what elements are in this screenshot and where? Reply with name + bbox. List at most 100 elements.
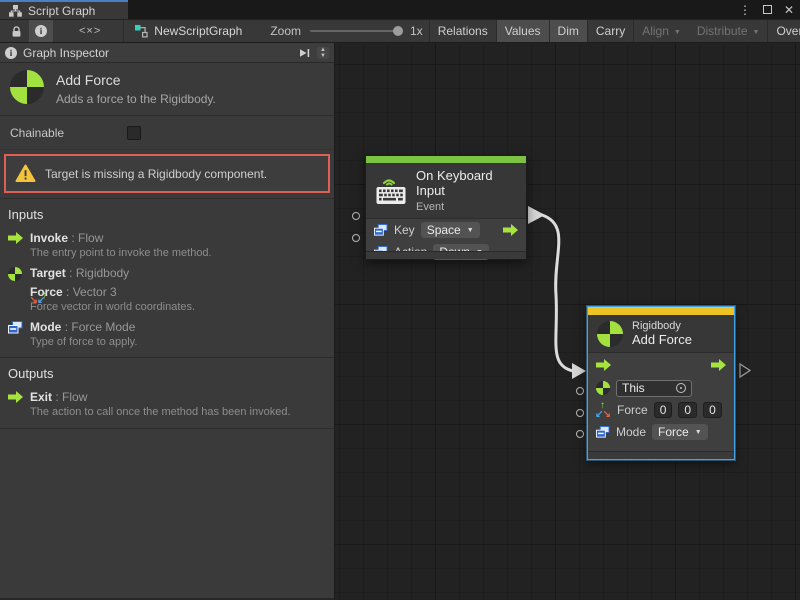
edit-source-button[interactable]: <×> (53, 20, 107, 42)
graph-asset-icon (134, 24, 148, 38)
carry-button[interactable]: Carry (587, 20, 633, 42)
menu-icon[interactable]: ⋮ (739, 3, 751, 17)
scroll-spinner[interactable]: ▲▼ (317, 47, 329, 59)
graph-inspector-panel: i Graph Inspector ▲▼ Add Force Adds a fo… (0, 43, 335, 600)
key-dropdown[interactable]: Space▼ (421, 222, 480, 238)
hierarchy-icon (9, 5, 22, 17)
rigidbody-icon (597, 321, 623, 347)
window-controls: ⋮ ✕ (739, 0, 794, 19)
dock-panel-icon[interactable] (297, 47, 311, 59)
zoom-label: Zoom (270, 24, 301, 38)
flow-out-arrow[interactable] (711, 359, 727, 371)
unit-title: Add Force (56, 72, 216, 88)
object-picker-icon[interactable] (676, 383, 686, 393)
tab-script-graph[interactable]: Script Graph (0, 0, 128, 19)
warning-text: Target is missing a Rigidbody component. (45, 167, 267, 181)
port-force[interactable] (576, 409, 584, 417)
outputs-section: Outputs ExitFlow The action to call once… (0, 358, 334, 429)
force-x-input[interactable]: 0 (654, 402, 673, 418)
chainable-checkbox[interactable] (127, 126, 141, 140)
zoom-slider[interactable] (310, 30, 402, 32)
node-title: On Keyboard Input (416, 168, 517, 198)
force-y-input[interactable]: 0 (678, 402, 697, 418)
mode-label: Mode (616, 425, 646, 439)
inspector-header: i Graph Inspector ▲▼ (0, 43, 334, 63)
toolbar: i <×> NewScriptGraph Zoom 1x Relations V… (0, 19, 800, 43)
node-on-keyboard-input[interactable]: On Keyboard Input Event Key Space▼ Actio… (365, 155, 527, 260)
port-mode[interactable] (576, 430, 584, 438)
force-label: Force (617, 403, 648, 417)
port-row-invoke: InvokeFlow (0, 227, 334, 246)
zoom-slider-thumb[interactable] (393, 26, 403, 36)
enum-icon (596, 426, 610, 439)
port-row-exit: ExitFlow (0, 386, 334, 405)
lock-button[interactable] (4, 20, 29, 42)
overview-button[interactable]: Overview (767, 20, 800, 42)
flow-arrow-icon (8, 391, 24, 406)
port-target[interactable] (576, 387, 584, 395)
port-action[interactable] (352, 234, 360, 242)
node-kind: Rigidbody (632, 320, 692, 332)
warning-section: Target is missing a Rigidbody component. (0, 150, 334, 199)
target-object-field[interactable]: This (616, 380, 692, 397)
titlebar: Script Graph ⋮ ✕ (0, 0, 800, 19)
port-description: Type of force to apply. (0, 335, 334, 351)
inputs-section: Inputs InvokeFlow The entry point to inv… (0, 199, 334, 358)
code-icon: <×> (79, 25, 101, 37)
graph-canvas[interactable]: On Keyboard Input Event Key Space▼ Actio… (335, 43, 800, 600)
rigidbody-icon (8, 267, 24, 282)
maximize-icon[interactable] (763, 5, 772, 14)
node-header: On Keyboard Input Event (366, 163, 526, 219)
dim-button[interactable]: Dim (549, 20, 587, 42)
port-row-force: ↑↙↘ ForceVector 3 (0, 281, 334, 300)
node-title: Add Force (632, 332, 692, 347)
unit-description: Adds a force to the Rigidbody. (56, 92, 216, 106)
port-description: Force vector in world coordinates. (0, 300, 334, 316)
relations-button[interactable]: Relations (429, 20, 496, 42)
rigidbody-icon (596, 381, 610, 395)
node-footer (588, 451, 734, 459)
inspector-title: Graph Inspector (23, 46, 109, 60)
zoom-value: 1x (410, 24, 423, 38)
values-button[interactable]: Values (496, 20, 549, 42)
port-row-target: TargetRigidbody (0, 262, 334, 281)
mode-row: Mode Force▼ (588, 421, 734, 443)
port-description: The action to call once the method has b… (0, 405, 334, 421)
enum-icon (8, 321, 24, 336)
flow-in-arrow[interactable] (596, 359, 612, 371)
chevron-down-icon: ▼ (753, 29, 760, 36)
inspector-toggle-button[interactable]: i (29, 20, 53, 42)
force-row: ↑↙↘ Force 0 0 0 (588, 399, 734, 421)
warning-accent-bar (588, 307, 734, 315)
lock-icon (10, 25, 23, 38)
align-button[interactable]: Align▼ (633, 20, 689, 42)
port-row-mode: ModeForce Mode (0, 316, 334, 335)
outputs-heading: Outputs (0, 358, 334, 386)
chainable-row: Chainable (0, 116, 334, 150)
flow-out-arrow[interactable] (503, 224, 519, 236)
warning-box: Target is missing a Rigidbody component. (4, 154, 330, 193)
port-description: The entry point to invoke the method. (0, 246, 334, 262)
unit-summary: Add Force Adds a force to the Rigidbody. (0, 63, 334, 116)
node-subtitle: Event (416, 201, 517, 213)
rigidbody-icon (10, 70, 44, 104)
graph-asset-name: NewScriptGraph (154, 24, 242, 38)
enum-icon (374, 224, 388, 237)
flow-row (588, 353, 734, 377)
close-icon[interactable]: ✕ (784, 3, 794, 17)
vector3-icon: ↑↙↘ (596, 403, 611, 418)
node-add-force[interactable]: Rigidbody Add Force This ↑↙↘ Force 0 0 (587, 306, 735, 460)
distribute-button[interactable]: Distribute▼ (689, 20, 768, 42)
key-row: Key Space▼ (366, 219, 526, 241)
node-header: Rigidbody Add Force (588, 315, 734, 353)
node-footer (366, 251, 526, 259)
chevron-down-icon: ▼ (674, 29, 681, 36)
target-row: This (588, 377, 734, 399)
graph-asset[interactable]: NewScriptGraph (134, 20, 242, 42)
chainable-label: Chainable (10, 126, 127, 140)
info-icon: i (35, 25, 47, 37)
force-z-input[interactable]: 0 (703, 402, 722, 418)
port-key[interactable] (352, 212, 360, 220)
keyboard-icon (375, 176, 407, 206)
mode-dropdown[interactable]: Force▼ (652, 424, 708, 440)
